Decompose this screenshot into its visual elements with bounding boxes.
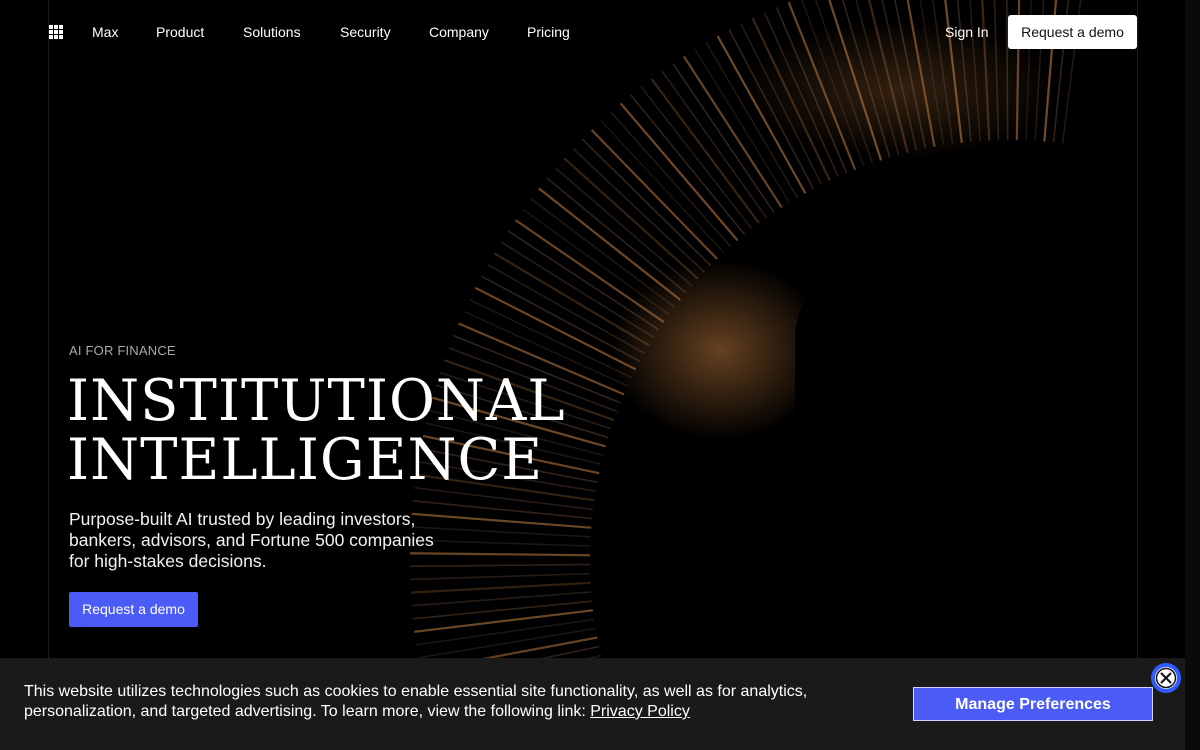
top-navigation: Max Product Solutions Security Company P… (0, 0, 1200, 64)
close-icon[interactable] (1151, 663, 1181, 693)
manage-preferences-button[interactable]: Manage Preferences (913, 687, 1153, 721)
headline-line-2: INTELLIGENCE (67, 427, 544, 494)
nav-link-company[interactable]: Company (429, 24, 489, 40)
hero-eyebrow: AI FOR FINANCE (69, 343, 176, 358)
nav-link-security[interactable]: Security (340, 24, 391, 40)
hero-subtext: Purpose-built AI trusted by leading inve… (69, 509, 434, 571)
headline-line-1: INSTITUTIONAL (67, 367, 566, 435)
guide-line-right (1137, 0, 1138, 658)
privacy-policy-link[interactable]: Privacy Policy (590, 703, 690, 720)
grid-icon[interactable] (49, 25, 63, 39)
request-demo-button-hero[interactable]: Request a demo (69, 592, 198, 627)
vertical-scrollbar[interactable] (1185, 0, 1200, 750)
nav-link-pricing[interactable]: Pricing (527, 24, 570, 40)
cookie-message: This website utilizes technologies such … (24, 682, 874, 722)
guide-line-left (48, 0, 49, 658)
request-demo-button-nav[interactable]: Request a demo (1008, 15, 1137, 49)
hero-headline: INSTITUTIONAL INTELLIGENCE (67, 371, 566, 494)
nav-link-solutions[interactable]: Solutions (243, 24, 301, 40)
nav-link-product[interactable]: Product (156, 24, 204, 40)
sign-in-link[interactable]: Sign In (945, 24, 989, 40)
nav-link-max[interactable]: Max (92, 24, 118, 40)
